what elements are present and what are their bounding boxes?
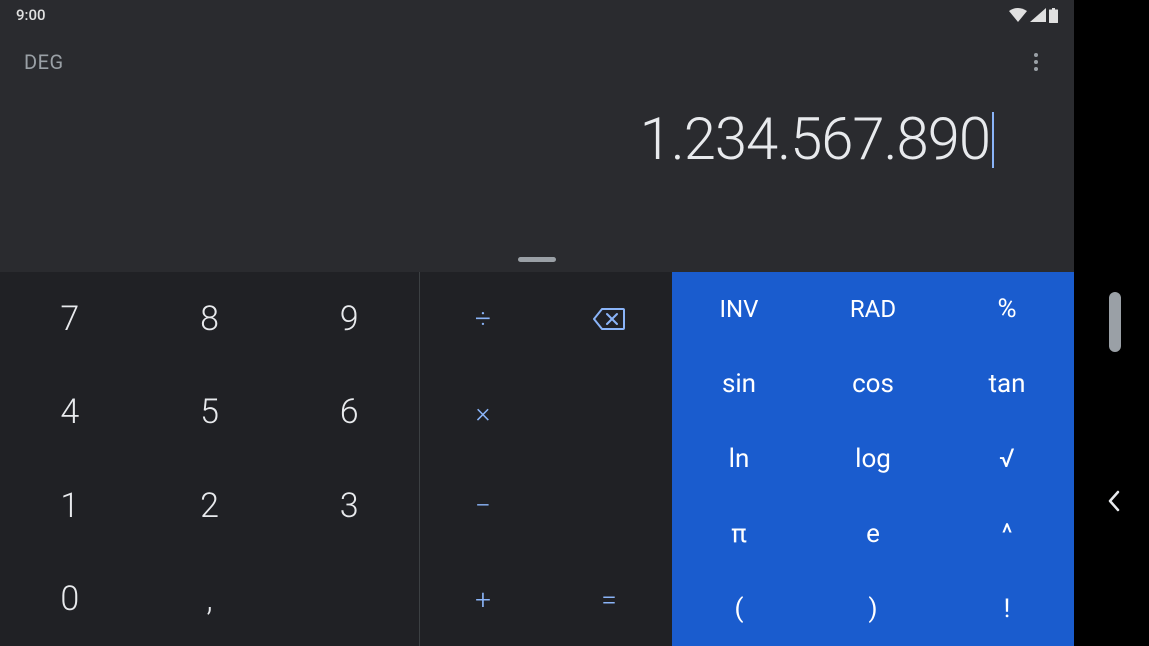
system-nav-bar (1074, 0, 1149, 646)
key-tan[interactable]: tan (940, 347, 1074, 422)
key-3[interactable]: 3 (279, 459, 419, 553)
key-lparen[interactable]: ( (672, 571, 806, 646)
key-1[interactable]: 1 (0, 459, 140, 553)
key-divide[interactable]: ÷ (420, 272, 546, 366)
chevron-left-icon (1107, 490, 1121, 512)
number-pad: 7 8 9 4 5 6 1 2 3 0 , (0, 272, 420, 646)
key-8[interactable]: 8 (140, 272, 280, 366)
key-equals[interactable]: = (546, 553, 672, 646)
backspace-icon (593, 307, 625, 331)
key-log[interactable]: log (806, 422, 940, 497)
more-menu-button[interactable] (1016, 42, 1056, 82)
battery-icon (1049, 8, 1058, 23)
key-plus[interactable]: + (420, 553, 546, 646)
key-sqrt[interactable]: √ (940, 422, 1074, 497)
status-time: 9:00 (16, 6, 46, 24)
wifi-icon (1009, 8, 1027, 22)
function-pad: INV RAD % sin cos tan ln log √ π e ^ ( )… (672, 272, 1074, 646)
key-0[interactable]: 0 (0, 553, 140, 646)
key-9[interactable]: 9 (279, 272, 419, 366)
key-4[interactable]: 4 (0, 366, 140, 460)
key-rparen[interactable]: ) (806, 571, 940, 646)
display-text: 1.234.567.890 (640, 106, 990, 174)
key-backspace[interactable] (546, 272, 672, 366)
drag-handle[interactable] (518, 257, 556, 262)
key-cos[interactable]: cos (806, 347, 940, 422)
key-rad[interactable]: RAD (806, 272, 940, 347)
key-decimal[interactable]: , (140, 553, 280, 646)
key-6[interactable]: 6 (279, 366, 419, 460)
key-inv[interactable]: INV (672, 272, 806, 347)
key-percent[interactable]: % (940, 272, 1074, 347)
nav-back-button[interactable] (1107, 490, 1121, 516)
key-pi[interactable]: π (672, 496, 806, 571)
display-value[interactable]: 1.234.567.890 (0, 82, 1074, 174)
more-vert-icon (1034, 53, 1038, 71)
key-multiply[interactable]: × (420, 366, 672, 460)
key-power[interactable]: ^ (940, 496, 1074, 571)
key-factorial[interactable]: ! (940, 571, 1074, 646)
calculator-display: DEG 1.234.567.890 (0, 30, 1074, 272)
cell-signal-icon (1030, 8, 1046, 22)
key-e[interactable]: e (806, 496, 940, 571)
key-sin[interactable]: sin (672, 347, 806, 422)
cursor (992, 112, 994, 168)
status-icons (1009, 8, 1058, 23)
key-5[interactable]: 5 (140, 366, 280, 460)
angle-mode-label[interactable]: DEG (24, 50, 64, 74)
operator-pad: ÷ × − + = (420, 272, 672, 646)
key-minus[interactable]: − (420, 459, 672, 553)
key-2[interactable]: 2 (140, 459, 280, 553)
key-7[interactable]: 7 (0, 272, 140, 366)
key-ln[interactable]: ln (672, 422, 806, 497)
nav-pill[interactable] (1109, 292, 1121, 352)
keypad: 7 8 9 4 5 6 1 2 3 0 , ÷ × − + = (0, 272, 1074, 646)
status-bar: 9:00 (0, 0, 1074, 30)
